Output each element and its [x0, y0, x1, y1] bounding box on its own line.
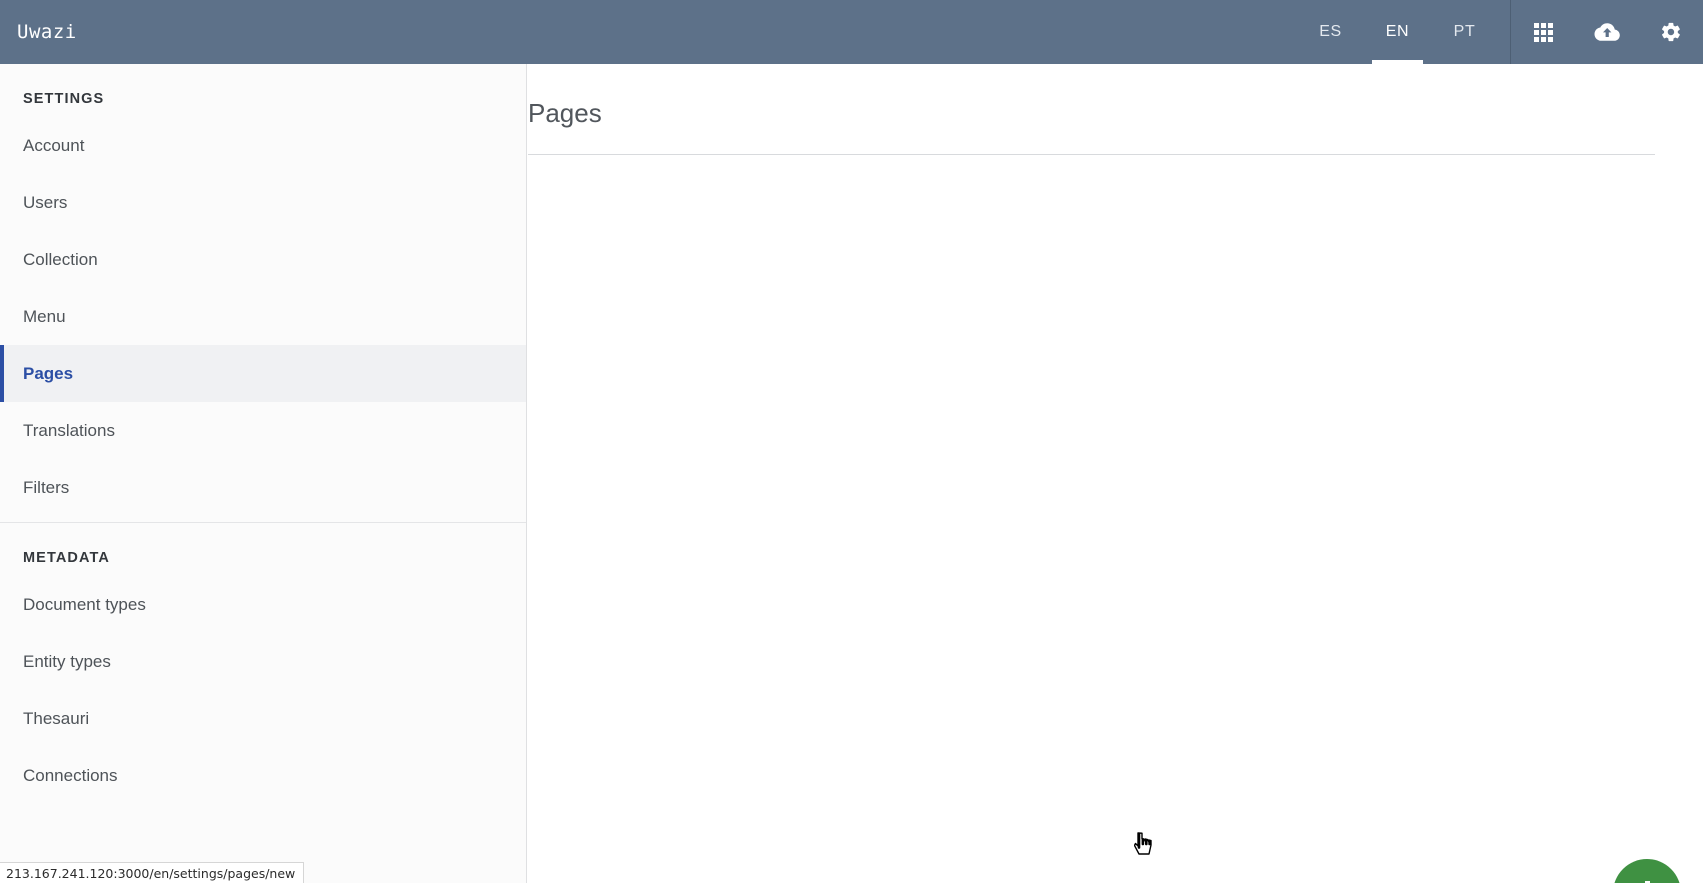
- sidebar-item-label: Entity types: [23, 651, 111, 671]
- sidebar-item-thesauri[interactable]: Thesauri: [0, 690, 526, 747]
- settings-button[interactable]: [1639, 0, 1703, 64]
- cloud-upload-icon: [1594, 22, 1620, 42]
- sidebar-item-label: Pages: [23, 363, 74, 383]
- sidebar-item-document-types[interactable]: Document types: [0, 576, 526, 633]
- page-header: Pages: [528, 64, 1703, 155]
- sidebar-item-label: Thesauri: [23, 708, 90, 728]
- sidebar-item-translations[interactable]: Translations: [0, 402, 526, 459]
- sidebar-item-account[interactable]: Account: [0, 117, 526, 174]
- sidebar-item-entity-types[interactable]: Entity types: [0, 633, 526, 690]
- sidebar-item-label: Translations: [23, 420, 115, 440]
- sidebar-item-menu[interactable]: Menu: [0, 288, 526, 345]
- language-option-pt[interactable]: PT: [1431, 0, 1498, 64]
- sidebar-item-filters[interactable]: Filters: [0, 459, 526, 516]
- sidebar-item-label: Connections: [23, 765, 118, 785]
- sidebar-item-collection[interactable]: Collection: [0, 231, 526, 288]
- main-content: Pages Add page: [528, 64, 1703, 883]
- sidebar-item-pages[interactable]: Pages: [0, 345, 526, 402]
- sidebar-item-label: Collection: [23, 249, 98, 269]
- add-page-button[interactable]: [1613, 859, 1681, 883]
- language-selector: ES EN PT: [1297, 0, 1498, 64]
- uploads-button[interactable]: [1575, 0, 1639, 64]
- sidebar-item-connections[interactable]: Connections: [0, 747, 526, 804]
- app-brand-logo[interactable]: Uwazi: [17, 22, 77, 42]
- sidebar-item-label: Document types: [23, 594, 146, 614]
- sidebar-section-title-settings: SETTINGS: [23, 91, 105, 107]
- sidebar-item-users[interactable]: Users: [0, 174, 526, 231]
- sidebar-item-label: Account: [23, 135, 85, 155]
- apps-grid-icon: [1533, 22, 1553, 42]
- status-bar-url: 213.167.241.120:3000/en/settings/pages/n…: [0, 862, 305, 883]
- settings-sidebar: SETTINGS Account Users Collection Menu P…: [0, 64, 527, 883]
- sidebar-item-label: Filters: [23, 477, 70, 497]
- language-option-en[interactable]: EN: [1364, 0, 1431, 64]
- library-button[interactable]: [1511, 0, 1575, 64]
- language-option-es[interactable]: ES: [1297, 0, 1364, 64]
- sidebar-item-label: Menu: [23, 306, 66, 326]
- page-title-divider: [528, 154, 1655, 155]
- gear-icon: [1660, 21, 1682, 43]
- header-icon-group: [1511, 0, 1703, 64]
- add-page-control: Add page: [1613, 859, 1681, 883]
- page-title: Pages: [528, 98, 602, 128]
- app-header: Uwazi ES EN PT: [0, 0, 1703, 64]
- sidebar-item-label: Users: [23, 192, 68, 212]
- sidebar-section-title-metadata: METADATA: [23, 550, 110, 566]
